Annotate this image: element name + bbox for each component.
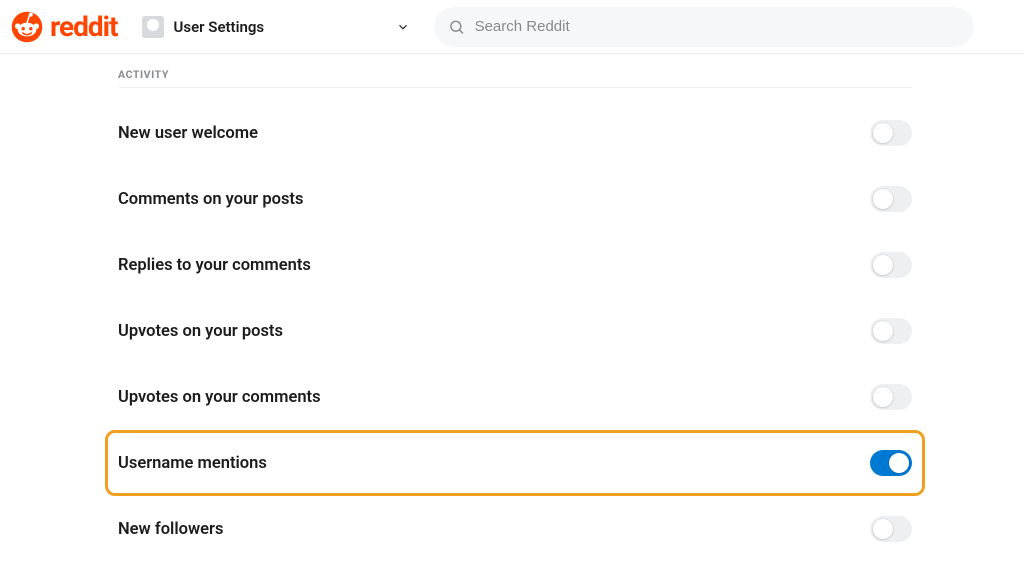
toggle-replies-to-comments[interactable] xyxy=(870,252,912,278)
setting-row-new-user-welcome: New user welcome xyxy=(118,100,912,166)
chevron-down-icon xyxy=(396,20,410,34)
page-selector-label: User Settings xyxy=(174,18,265,36)
toggle-upvotes-on-posts[interactable] xyxy=(870,318,912,344)
setting-label: Replies to your comments xyxy=(118,256,311,275)
reddit-icon xyxy=(10,10,44,44)
section-header-activity: ACTIVITY xyxy=(118,68,912,88)
search-icon xyxy=(448,18,465,36)
avatar-placeholder-icon xyxy=(142,16,164,38)
setting-label: Upvotes on your posts xyxy=(118,322,283,341)
brand-wordmark: reddit xyxy=(50,10,118,43)
settings-content: ACTIVITY New user welcome Comments on you… xyxy=(0,54,1024,562)
setting-label: Comments on your posts xyxy=(118,190,303,209)
toggle-new-user-welcome[interactable] xyxy=(870,120,912,146)
search-box[interactable] xyxy=(434,7,974,47)
setting-row-username-mentions: Username mentions xyxy=(105,430,925,496)
toggle-new-followers[interactable] xyxy=(870,516,912,542)
reddit-logo[interactable]: reddit xyxy=(10,10,118,44)
app-header: reddit User Settings xyxy=(0,0,1024,54)
page-selector[interactable]: User Settings xyxy=(136,12,416,42)
toggle-username-mentions[interactable] xyxy=(870,450,912,476)
settings-list: New user welcome Comments on your posts Re… xyxy=(118,88,912,562)
setting-label: New followers xyxy=(118,520,223,539)
setting-row-replies-to-comments: Replies to your comments xyxy=(118,232,912,298)
setting-row-upvotes-on-comments: Upvotes on your comments xyxy=(118,364,912,430)
setting-label: Username mentions xyxy=(118,454,267,473)
setting-label: Upvotes on your comments xyxy=(118,388,321,407)
setting-label: New user welcome xyxy=(118,124,258,143)
search-container xyxy=(434,7,974,47)
setting-row-new-followers: New followers xyxy=(118,496,912,562)
setting-row-comments-on-posts: Comments on your posts xyxy=(118,166,912,232)
setting-row-upvotes-on-posts: Upvotes on your posts xyxy=(118,298,912,364)
search-input[interactable] xyxy=(475,18,960,35)
toggle-upvotes-on-comments[interactable] xyxy=(870,384,912,410)
toggle-comments-on-posts[interactable] xyxy=(870,186,912,212)
